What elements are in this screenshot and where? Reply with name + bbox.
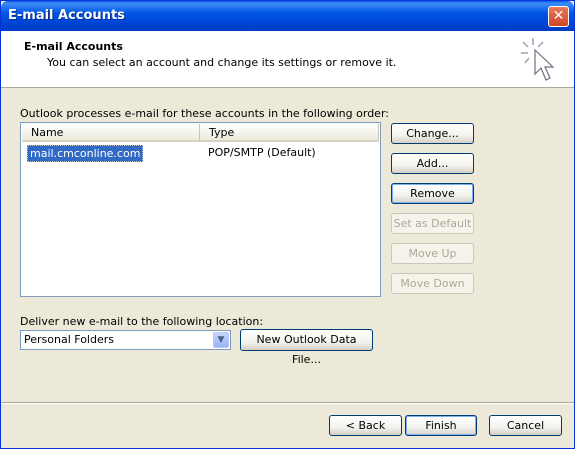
title-bar[interactable]: E-mail Accounts ✕ [1,1,574,31]
remove-button[interactable]: Remove [391,183,474,204]
move-up-button[interactable]: Move Up [391,243,474,264]
column-header-type[interactable]: Type [200,124,379,142]
account-type-cell[interactable]: POP/SMTP (Default) [208,145,316,160]
delivery-location-value: Personal Folders [24,333,114,346]
chevron-down-icon[interactable]: ▼ [213,332,229,348]
set-as-default-button[interactable]: Set as Default [391,213,474,234]
account-name-cell[interactable]: mail.cmconline.com [27,145,144,162]
wizard-header: E-mail Accounts You can select an accoun… [1,31,574,88]
header-subtitle: You can select an account and change its… [47,56,397,69]
cancel-button[interactable]: Cancel [489,415,562,436]
email-accounts-dialog: E-mail Accounts ✕ E-mail Accounts You ca… [0,0,575,449]
move-down-button[interactable]: Move Down [391,273,474,294]
accounts-list-label: Outlook processes e-mail for these accou… [20,107,389,120]
change-button[interactable]: Change... [391,123,474,144]
delivery-location-select[interactable]: Personal Folders ▼ [20,330,231,350]
close-icon: ✕ [552,8,565,24]
accounts-list[interactable]: Name Type mail.cmconline.com POP/SMTP (D… [20,122,381,297]
new-data-file-button[interactable]: New Outlook Data File... [240,329,373,366]
back-button[interactable]: < Back [329,415,402,436]
close-button[interactable]: ✕ [548,6,569,27]
cursor-sparkle-icon [521,38,555,81]
header-title: E-mail Accounts [24,40,123,53]
column-header-name[interactable]: Name [22,124,200,142]
footer-divider [1,402,574,404]
window-title: E-mail Accounts [8,8,125,23]
delivery-location-label: Deliver new e-mail to the following loca… [20,315,264,328]
add-button[interactable]: Add... [391,153,474,174]
finish-button[interactable]: Finish [405,415,477,436]
